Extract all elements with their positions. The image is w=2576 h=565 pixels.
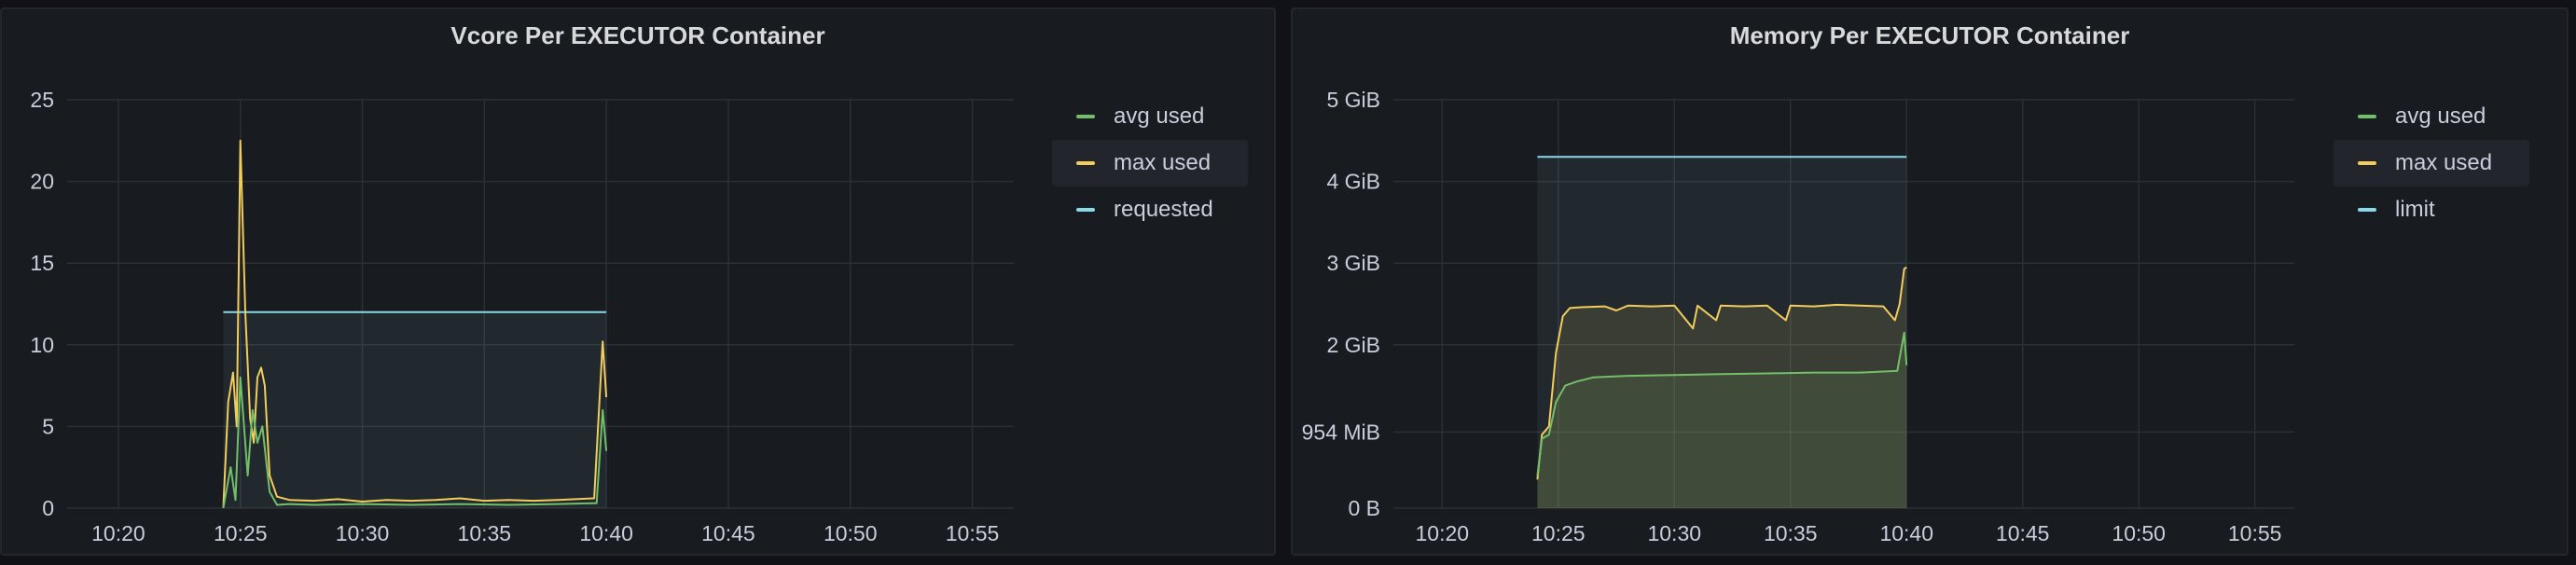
legend-swatch <box>1076 161 1095 165</box>
y-tick-label: 20 <box>30 170 54 194</box>
x-tick-label: 10:25 <box>1531 521 1586 545</box>
x-tick-label: 10:45 <box>701 521 755 545</box>
x-tick-label: 10:50 <box>824 521 878 545</box>
legend-label: limit <box>2395 197 2435 222</box>
legend-label: max used <box>2395 150 2493 175</box>
x-tick-label: 10:50 <box>2112 521 2166 545</box>
x-tick-label: 10:35 <box>1764 521 1818 545</box>
x-tick-label: 10:40 <box>579 521 633 545</box>
y-tick-label: 5 <box>42 414 54 438</box>
legend-item-limit[interactable]: limit <box>2334 186 2529 233</box>
legend: avg used max used requested <box>1052 93 1248 233</box>
y-tick-label: 954 MiB <box>1302 420 1380 444</box>
x-tick-label: 10:55 <box>946 521 1000 545</box>
legend-swatch <box>1076 115 1095 118</box>
legend-label: max used <box>1114 150 1212 175</box>
x-tick-label: 10:35 <box>458 521 512 545</box>
y-tick-label: 25 <box>30 88 54 112</box>
x-tick-label: 10:30 <box>336 521 390 545</box>
x-tick-label: 10:30 <box>1647 521 1701 545</box>
memory-panel: Memory Per EXECUTOR Container 0 B 954 MiB… <box>1291 7 2569 556</box>
y-tick-label: 2 GiB <box>1326 333 1380 357</box>
vcore-panel: Vcore Per EXECUTOR Container 0 5 10 15 20 25 1… <box>0 7 1276 556</box>
legend-item-max-used[interactable]: max used <box>2334 140 2529 186</box>
y-tick-label: 0 B <box>1348 496 1380 520</box>
x-tick-label: 10:45 <box>1996 521 2050 545</box>
legend-label: avg used <box>1114 103 1205 129</box>
legend-swatch <box>2358 208 2376 212</box>
x-tick-label: 10:25 <box>214 521 268 545</box>
legend-swatch <box>1076 208 1095 212</box>
legend-label: requested <box>1114 197 1213 222</box>
series-fill <box>223 311 607 508</box>
vcore-chart[interactable]: 0 5 10 15 20 25 10:20 10:25 10:30 10:35 10:40 10:45… <box>2 9 1278 558</box>
legend-item-avg-used[interactable]: avg used <box>2334 93 2529 140</box>
x-tick-label: 10:55 <box>2228 521 2282 545</box>
y-tick-label: 4 GiB <box>1326 170 1380 194</box>
y-tick-label: 5 GiB <box>1326 88 1380 112</box>
x-tick-label: 10:20 <box>91 521 145 545</box>
legend-item-avg-used[interactable]: avg used <box>1052 93 1248 140</box>
x-tick-label: 10:40 <box>1879 521 1933 545</box>
y-tick-label: 3 GiB <box>1326 251 1380 275</box>
legend-swatch <box>2358 115 2376 118</box>
legend-label: avg used <box>2395 103 2486 129</box>
legend-item-requested[interactable]: requested <box>1052 186 1248 233</box>
y-tick-label: 15 <box>30 251 54 275</box>
legend-item-max-used[interactable]: max used <box>1052 140 1248 186</box>
y-tick-label: 0 <box>42 496 54 520</box>
memory-chart[interactable]: 0 B 954 MiB 2 GiB 3 GiB 4 GiB 5 GiB 10:20 10:25… <box>1293 9 2570 558</box>
x-tick-label: 10:20 <box>1416 521 1470 545</box>
legend-swatch <box>2358 161 2376 165</box>
y-tick-label: 10 <box>30 333 54 357</box>
legend: avg used max used limit <box>2334 93 2529 233</box>
